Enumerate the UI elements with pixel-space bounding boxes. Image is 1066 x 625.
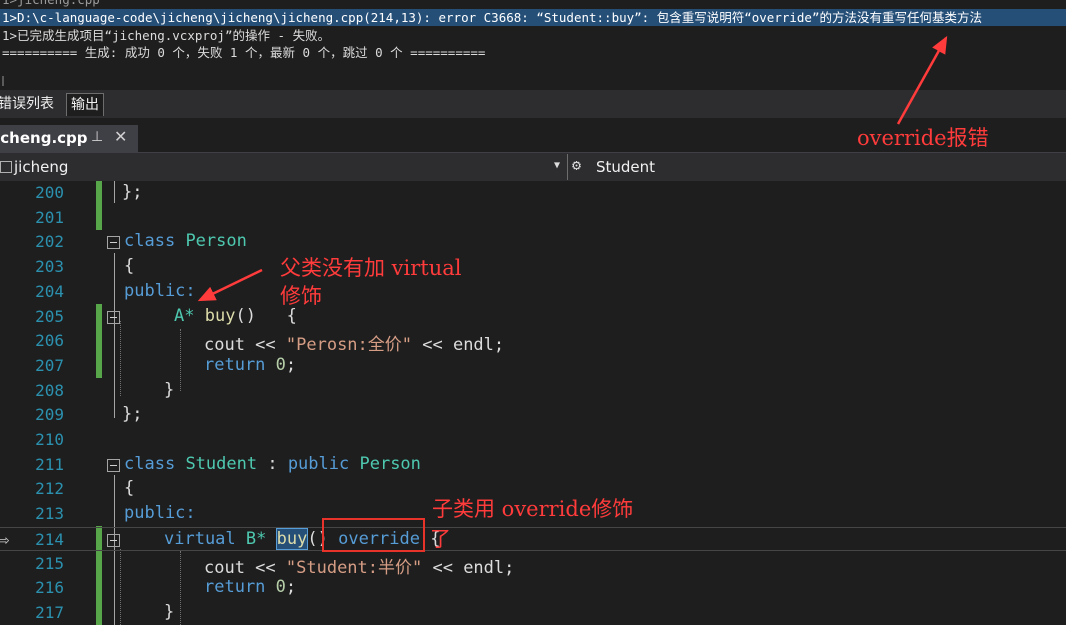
arrow-to-public (197, 268, 263, 302)
arrow-to-error (896, 35, 948, 125)
annotation-arrows (197, 35, 948, 302)
